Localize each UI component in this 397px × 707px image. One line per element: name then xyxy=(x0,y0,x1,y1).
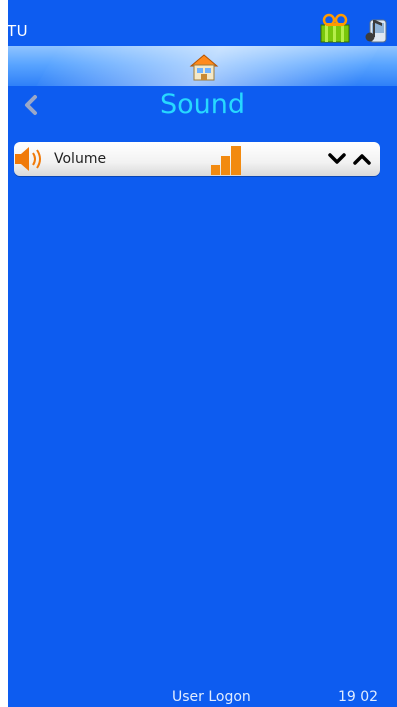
speaker-icon xyxy=(15,147,41,171)
reel-icon[interactable] xyxy=(320,13,350,43)
clock: 19 02 xyxy=(338,689,379,705)
volume-setting-row[interactable]: Volume xyxy=(14,142,380,176)
device-label: TU xyxy=(8,22,29,40)
top-status-bar: TU xyxy=(8,0,397,46)
chevron-up-icon[interactable] xyxy=(352,148,372,170)
home-icon[interactable] xyxy=(189,52,219,82)
volume-level-bars xyxy=(211,146,241,175)
chevron-down-icon[interactable] xyxy=(327,148,347,170)
app-screen: TU Sound Volume User Logon 19 02 xyxy=(8,0,397,707)
page-title: Sound xyxy=(159,89,246,120)
volume-label: Volume xyxy=(54,151,107,167)
music-note-icon[interactable] xyxy=(364,14,390,44)
user-logon-link[interactable]: User Logon xyxy=(172,689,251,705)
